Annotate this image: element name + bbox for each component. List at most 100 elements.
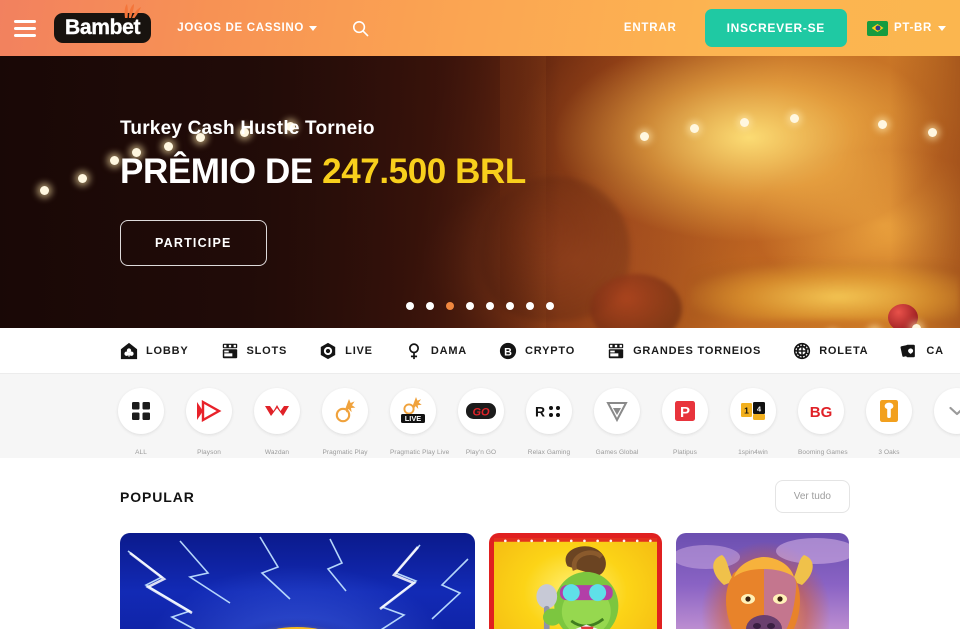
category-item-roleta[interactable]: ROLETA — [793, 342, 868, 360]
signup-button[interactable]: INSCREVER-SE — [704, 9, 847, 47]
bamboo-leaf-icon — [124, 4, 142, 18]
category-item-live[interactable]: LIVE — [319, 342, 373, 360]
game-card[interactable] — [489, 533, 662, 629]
popular-header: POPULAR Ver tudo — [0, 480, 960, 513]
provider-label: Relax Gaming — [527, 449, 571, 456]
language-selector[interactable]: PT-BR — [867, 20, 946, 36]
slot-machine-icon — [221, 342, 239, 360]
carousel-dot[interactable] — [466, 302, 474, 310]
popular-see-all-button[interactable]: Ver tudo — [774, 480, 850, 513]
provider-label: Pragmatic Play — [322, 449, 368, 456]
category-item-ca[interactable]: CA — [900, 342, 944, 360]
hero-title-prefix: PRÊMIO DE — [120, 152, 323, 191]
svg-text:B: B — [504, 346, 512, 358]
hero-prize-amount: 247.500 BRL — [322, 152, 526, 191]
category-item-grandes-torneios[interactable]: GRANDES TORNEIOS — [607, 342, 761, 360]
venus-symbol-icon — [405, 342, 423, 360]
provider-expand-button[interactable] — [934, 388, 960, 446]
popular-title: POPULAR — [120, 488, 195, 505]
provider-label: 1spin4win — [738, 449, 768, 456]
site-logo[interactable]: Bambet — [54, 4, 152, 43]
provider-label: 3 Oaks — [878, 449, 900, 456]
carousel-dot[interactable] — [506, 302, 514, 310]
provider-item[interactable]: P Platipus — [662, 388, 708, 456]
provider-item[interactable]: Wazdan — [254, 388, 300, 456]
category-item-dama[interactable]: DAMA — [405, 342, 467, 360]
playngo-logo-icon: GO — [458, 388, 504, 434]
search-icon — [352, 20, 368, 36]
carousel-dot[interactable] — [446, 302, 454, 310]
provider-item[interactable]: R Relax Gaming — [526, 388, 572, 456]
svg-text:BG: BG — [810, 404, 833, 421]
roulette-wheel-icon — [793, 342, 811, 360]
category-item-label: CRYPTO — [525, 344, 576, 357]
game-art-frog-singer — [489, 533, 662, 629]
hero-coins-art — [690, 262, 960, 320]
hero-banner: Turkey Cash Hustle Torneio PRÊMIO DE 247… — [0, 56, 960, 328]
logo-text: Bambet — [65, 16, 141, 39]
provider-item[interactable]: ALL — [118, 388, 164, 456]
category-item-label: CA — [926, 344, 944, 357]
provider-item[interactable]: Games Global — [594, 388, 640, 456]
playson-logo-icon — [186, 388, 232, 434]
provider-item[interactable]: 3 Oaks — [866, 388, 912, 456]
category-item-crypto[interactable]: B CRYPTO — [499, 342, 575, 360]
login-button[interactable]: ENTRAR — [624, 22, 677, 34]
provider-item[interactable]: GO Play'n GO — [458, 388, 504, 456]
category-item-slots[interactable]: SLOTS — [221, 342, 288, 360]
playing-cards-icon — [900, 342, 918, 360]
category-item-lobby[interactable]: LOBBY — [120, 342, 189, 360]
provider-label: Booming Games — [798, 449, 848, 456]
pragmatic-play-live-logo-icon: LIVE — [390, 388, 436, 434]
provider-label: Playson — [197, 449, 221, 456]
provider-label: ALL — [135, 449, 147, 456]
game-card[interactable] — [676, 533, 849, 629]
hamburger-menu-icon[interactable] — [10, 13, 40, 43]
carousel-dot[interactable] — [526, 302, 534, 310]
provider-item[interactable]: Playson — [186, 388, 232, 456]
category-item-label: ROLETA — [819, 344, 869, 357]
chevron-down-icon — [309, 26, 318, 31]
carousel-dot[interactable] — [546, 302, 554, 310]
language-label: PT-BR — [894, 22, 932, 34]
nav-casino-games[interactable]: JOGOS DE CASSINO — [177, 22, 318, 34]
chevron-down-icon — [934, 388, 960, 434]
provider-label: Pragmatic Play Live — [390, 449, 450, 456]
pragmatic-play-logo-icon — [322, 388, 368, 434]
game-art-buffalo — [676, 533, 849, 629]
svg-text:GO: GO — [472, 407, 490, 419]
provider-item[interactable]: BG Booming Games — [798, 388, 848, 456]
provider-item[interactable]: 1 4 1spin4win — [730, 388, 776, 456]
provider-item[interactable]: Pragmatic Play — [322, 388, 368, 456]
carousel-dot[interactable] — [426, 302, 434, 310]
provider-label: Wazdan — [264, 449, 290, 456]
platipus-logo-icon: P — [662, 388, 708, 434]
top-header: Bambet JOGOS DE CASSINO ENTRAR INSCREVER… — [0, 0, 960, 56]
brazil-flag-icon — [867, 20, 888, 36]
carousel-dots — [0, 302, 960, 310]
carousel-dot[interactable] — [486, 302, 494, 310]
live-hexagon-icon — [319, 342, 337, 360]
hero-cta-button[interactable]: PARTICIPE — [120, 220, 267, 266]
slot-machine-icon — [607, 342, 625, 360]
nav-casino-games-label: JOGOS DE CASSINO — [177, 22, 305, 34]
popular-game-cards — [0, 533, 960, 629]
hero-subtitle: Turkey Cash Hustle Torneio — [120, 118, 375, 139]
category-item-label: GRANDES TORNEIOS — [633, 344, 762, 357]
search-button[interactable] — [347, 15, 373, 41]
category-item-label: LOBBY — [146, 344, 189, 357]
category-nav: LOBBY SLOTS LIVE DAMA B CRYPTO GRANDES TORNEIO… — [0, 328, 960, 374]
provider-item[interactable]: LIVE Pragmatic Play Live — [390, 388, 449, 456]
hero-title: PRÊMIO DE 247.500 BRL — [120, 154, 960, 189]
booming-games-logo-icon: BG — [798, 388, 844, 434]
three-oaks-logo-icon — [866, 388, 912, 434]
game-card[interactable] — [120, 533, 475, 629]
category-item-label: SLOTS — [246, 344, 288, 357]
carousel-dot[interactable] — [406, 302, 414, 310]
games-global-logo-icon — [594, 388, 640, 434]
provider-label: Platipus — [673, 449, 697, 456]
category-item-label: LIVE — [345, 344, 373, 357]
svg-text:P: P — [680, 404, 690, 421]
category-item-label: DAMA — [430, 344, 468, 357]
1spin4win-logo-icon: 14 — [730, 388, 776, 434]
